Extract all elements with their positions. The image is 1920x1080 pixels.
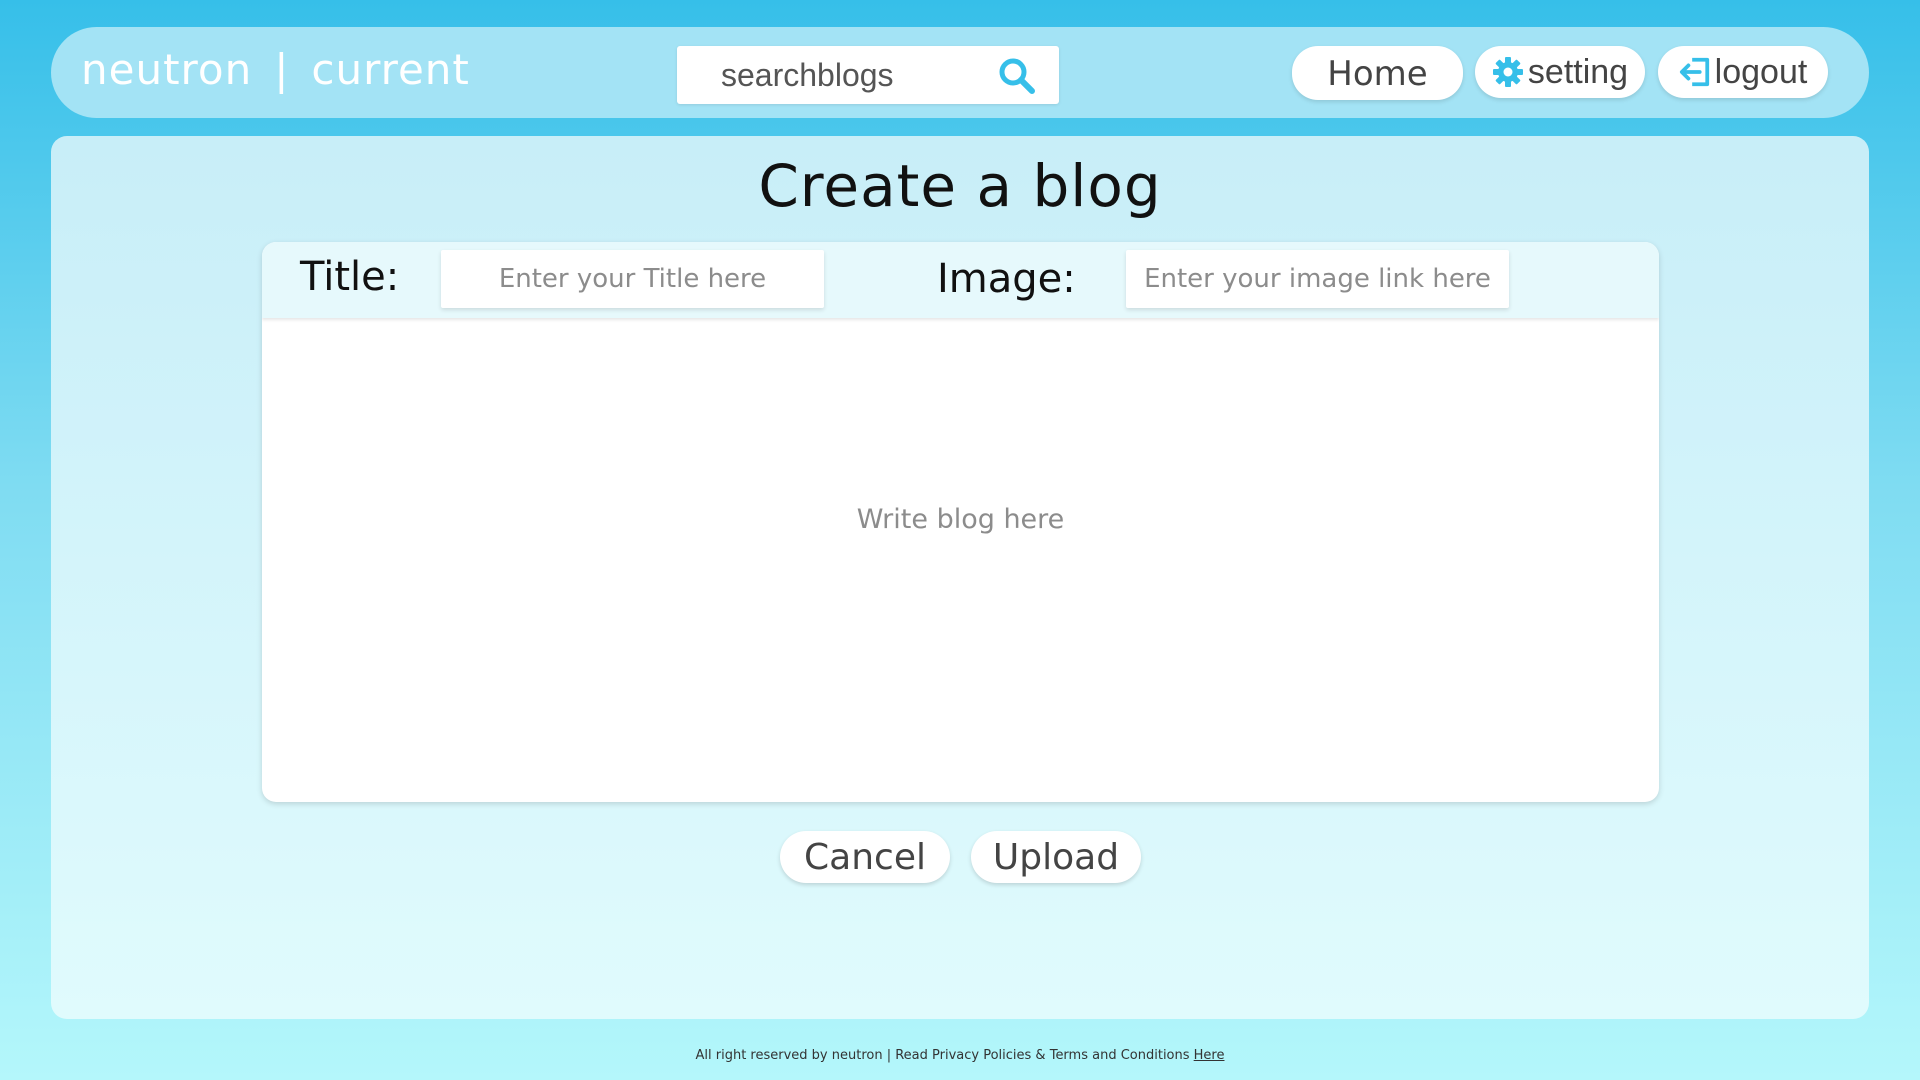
home-button-label: Home [1327,54,1428,94]
page-title: Create a blog [758,152,1162,220]
brand-section: current [311,45,470,94]
footer-text: All right reserved by neutron | Read Pri… [695,1048,1194,1063]
image-link-input[interactable] [1126,250,1509,308]
blog-editor: Title: Image: [262,242,1659,802]
brand-name: neutron [81,45,253,94]
footer: All right reserved by neutron | Read Pri… [0,1048,1920,1063]
home-button[interactable]: Home [1292,46,1463,100]
search-input[interactable] [721,46,991,104]
title-label: Title: [300,254,400,300]
image-label: Image: [937,256,1076,302]
cancel-button-label: Cancel [804,836,926,878]
cancel-button[interactable]: Cancel [780,831,950,883]
title-input[interactable] [441,250,824,308]
setting-button[interactable]: setting [1475,46,1645,98]
search-box [677,46,1059,104]
editor-header: Title: Image: [262,242,1659,318]
setting-button-label: setting [1527,52,1629,91]
upload-button-label: Upload [992,836,1120,878]
brand-separator: | [274,45,290,94]
blog-body-textarea[interactable] [262,318,1659,802]
search-icon[interactable] [997,56,1037,96]
upload-button[interactable]: Upload [971,831,1141,883]
gear-icon [1492,56,1524,88]
logout-button-label: logout [1714,52,1808,91]
navbar: neutron | current Home [51,27,1869,118]
terms-link[interactable]: Here [1194,1048,1225,1063]
main-panel: Create a blog Title: Image: Cancel Uploa… [51,136,1869,1019]
brand-logo[interactable]: neutron | current [81,45,470,94]
logout-icon [1679,56,1711,88]
logout-button[interactable]: logout [1658,46,1828,98]
